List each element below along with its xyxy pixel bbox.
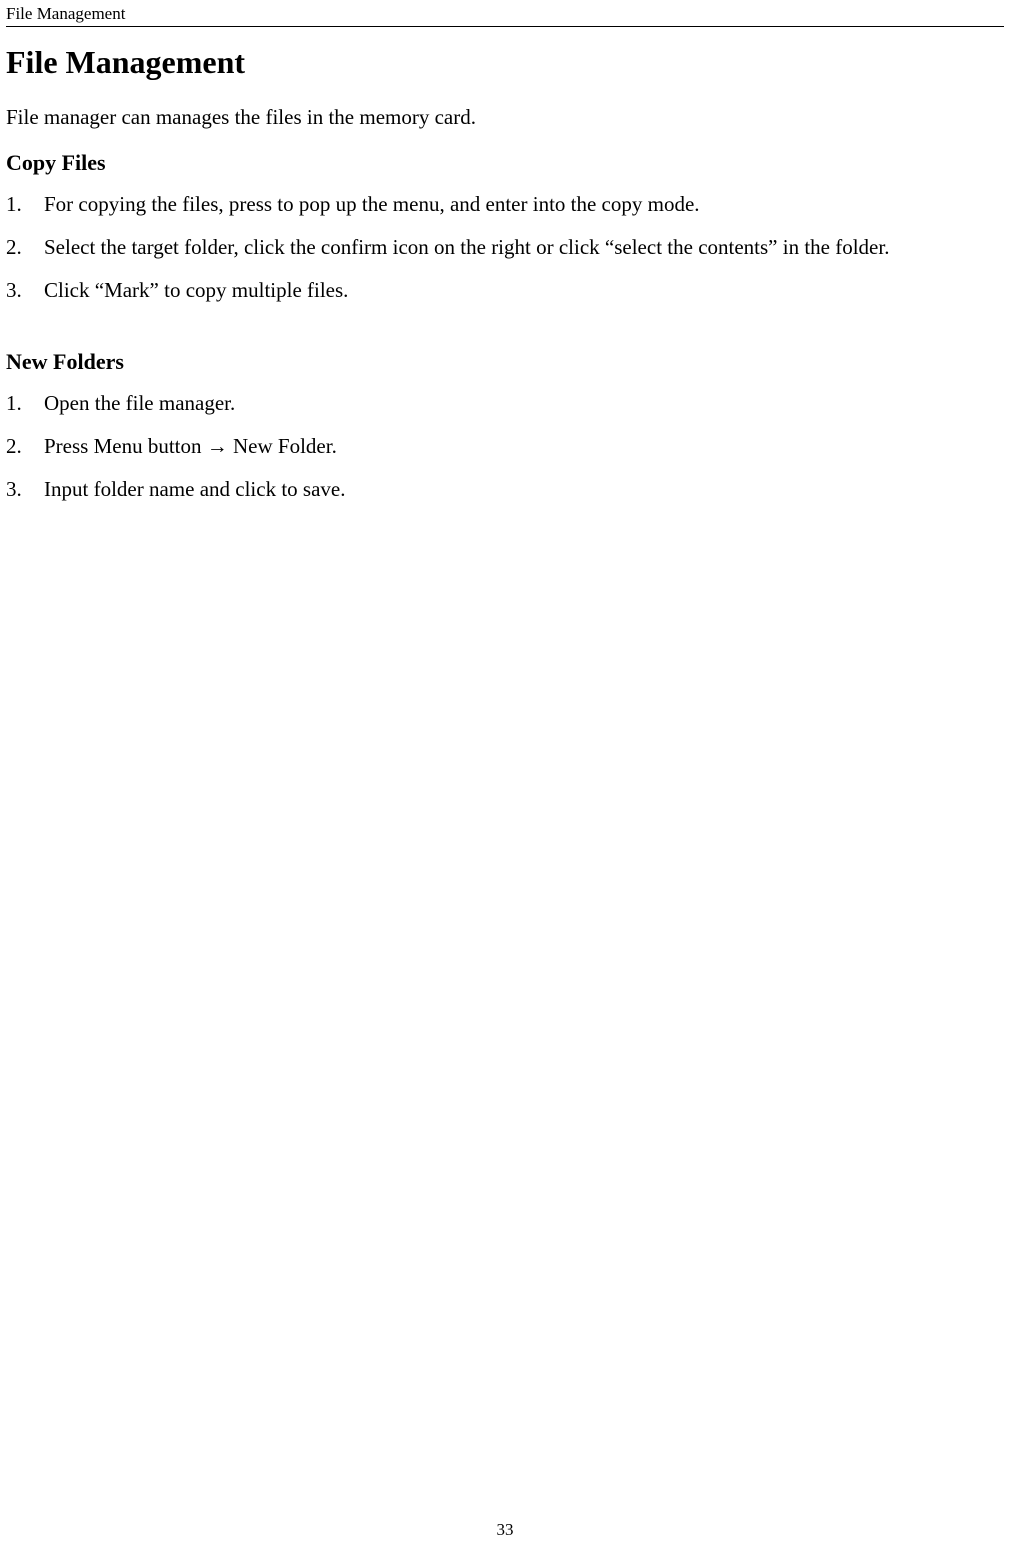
list-item-text: Open the file manager. (44, 391, 235, 415)
intro-paragraph: File manager can manages the files in th… (6, 105, 1004, 130)
section-heading-new-folders: New Folders (6, 349, 1004, 375)
list-item: 2. Press Menu button → New Folder. (6, 434, 1004, 459)
copy-files-list: 1. For copying the files, press to pop u… (6, 192, 1004, 303)
list-item: 1. For copying the files, press to pop u… (6, 192, 1004, 217)
list-item-number: 2. (6, 434, 22, 459)
list-item-number: 3. (6, 477, 22, 502)
list-item-number: 3. (6, 278, 22, 303)
list-item-number: 1. (6, 192, 22, 217)
list-item-text: For copying the files, press to pop up t… (44, 192, 700, 216)
page-content: File Management File manager can manages… (6, 36, 1004, 532)
section-spacer (6, 333, 1004, 349)
list-item-text: Select the target folder, click the conf… (44, 235, 889, 259)
list-item-text: Input folder name and click to save. (44, 477, 345, 501)
section-heading-copy-files: Copy Files (6, 150, 1004, 176)
list-item-text: Click “Mark” to copy multiple files. (44, 278, 348, 302)
list-item-text: Press Menu button → New Folder. (44, 434, 337, 458)
list-item: 2. Select the target folder, click the c… (6, 235, 1004, 260)
page-number: 33 (0, 1520, 1010, 1540)
new-folders-list: 1. Open the file manager. 2. Press Menu … (6, 391, 1004, 502)
list-item: 1. Open the file manager. (6, 391, 1004, 416)
list-item-number: 2. (6, 235, 22, 260)
list-item-number: 1. (6, 391, 22, 416)
page-header-title: File Management (6, 4, 125, 24)
list-item: 3. Input folder name and click to save. (6, 477, 1004, 502)
main-heading: File Management (6, 44, 1004, 81)
list-item: 3. Click “Mark” to copy multiple files. (6, 278, 1004, 303)
header-divider (6, 26, 1004, 27)
